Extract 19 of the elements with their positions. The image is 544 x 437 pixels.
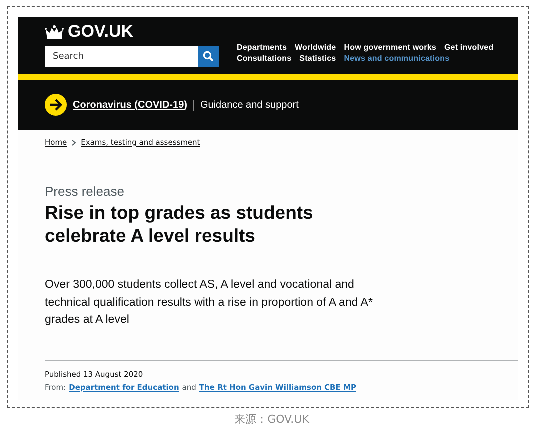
nav-link[interactable]: Worldwide xyxy=(295,43,336,52)
covid-link[interactable]: Coronavirus (COVID-19) xyxy=(73,100,188,110)
banner-text: Guidance and support xyxy=(193,100,299,110)
article-type: Press release xyxy=(45,184,126,199)
search-field[interactable]: Search xyxy=(45,46,198,67)
nav-link[interactable]: Statistics xyxy=(300,54,336,63)
image-caption: 来源：GOV.UK xyxy=(234,412,310,427)
crown-icon xyxy=(45,24,64,40)
nav-link[interactable]: Get involved xyxy=(444,43,494,52)
nav-link[interactable]: News and communications xyxy=(344,54,450,63)
nav-link[interactable]: Consultations xyxy=(237,54,292,63)
chevron-icon xyxy=(72,140,76,146)
search-button[interactable] xyxy=(198,46,219,67)
search-icon xyxy=(203,51,214,62)
nav-link[interactable]: Departments xyxy=(237,43,288,52)
nav-link[interactable]: How government works xyxy=(344,43,436,52)
site-logo[interactable]: GOV.UK xyxy=(68,22,134,42)
article-title: Rise in top grades as students celebrate A level results xyxy=(45,201,314,247)
article-summary: Over 300,000 students collect AS, A level and vocational and technical qualification results with a rise in proportion of A and A* grades at A level xyxy=(45,278,374,328)
